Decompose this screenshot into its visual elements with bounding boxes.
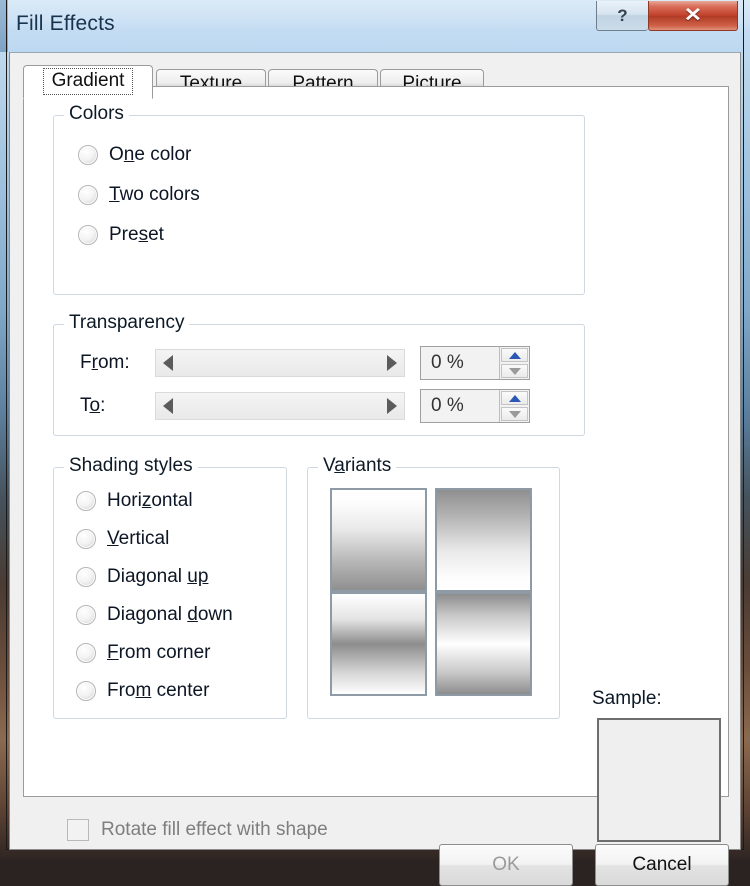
spinner-up-icon[interactable] — [501, 348, 528, 362]
fill-effects-window: Fill Effects ? ✕ Colors One color Two co… — [0, 0, 750, 886]
radio-from-corner[interactable]: From corner — [76, 642, 210, 664]
radio-label: From corner — [107, 642, 211, 663]
spinner-buttons — [499, 390, 529, 422]
radio-from-center[interactable]: From center — [76, 680, 209, 702]
arrow-left-icon[interactable] — [163, 398, 173, 414]
radio-label: From center — [107, 680, 210, 701]
spinner-up-icon[interactable] — [501, 391, 528, 405]
radio-preset[interactable]: Preset — [78, 224, 164, 246]
radio-label: One color — [109, 144, 192, 165]
radio-horizontal[interactable]: Horizontal — [76, 490, 193, 512]
radio-label: Horizontal — [107, 490, 193, 511]
variant-preview — [437, 594, 530, 694]
radio-icon — [76, 643, 96, 663]
variant-bottom-left[interactable] — [330, 592, 427, 696]
spinner-down-icon[interactable] — [501, 407, 528, 421]
ok-button-label: OK — [492, 854, 520, 875]
radio-icon — [76, 681, 96, 701]
rotate-fill-effect-checkbox[interactable]: Rotate fill effect with shape — [67, 819, 328, 841]
radio-icon — [78, 145, 98, 165]
arrow-right-icon[interactable] — [387, 398, 397, 414]
radio-two-colors[interactable]: Two colors — [78, 184, 200, 206]
variant-preview — [332, 594, 425, 694]
ok-button[interactable]: OK — [439, 844, 573, 886]
variant-top-right[interactable] — [435, 488, 532, 592]
radio-icon — [76, 529, 96, 549]
sample-label: Sample: — [592, 688, 662, 709]
transparency-from-row: From: 0 % — [80, 346, 530, 380]
checkbox-icon[interactable] — [67, 819, 89, 841]
shading-styles-group: Shading styles Horizontal Vertical Diago… — [53, 455, 287, 719]
radio-icon — [76, 605, 96, 625]
radio-icon — [78, 185, 98, 205]
variants-group-title: Variants — [318, 455, 397, 477]
radio-one-color[interactable]: One color — [78, 144, 191, 166]
radio-diagonal-down[interactable]: Diagonal down — [76, 604, 233, 626]
radio-label: Preset — [109, 224, 164, 245]
spinner-down-icon[interactable] — [501, 364, 528, 378]
cancel-button[interactable]: Cancel — [595, 844, 729, 886]
transparency-from-value[interactable]: 0 % — [421, 347, 499, 379]
radio-diagonal-up[interactable]: Diagonal up — [76, 566, 208, 588]
sample-preview-box — [597, 718, 721, 842]
radio-label: Two colors — [109, 184, 200, 205]
variant-preview — [437, 490, 530, 590]
arrow-right-icon[interactable] — [387, 355, 397, 371]
radio-label: Diagonal down — [107, 604, 233, 625]
transparency-to-slider[interactable] — [155, 392, 405, 420]
colors-group: Colors One color Two colors Preset — [53, 103, 585, 295]
cancel-button-label: Cancel — [632, 854, 692, 875]
shading-styles-group-title: Shading styles — [64, 455, 198, 477]
colors-group-title: Colors — [64, 103, 129, 125]
dialog-body: Colors One color Two colors Preset Trans… — [9, 52, 741, 886]
tab-label: Gradient — [42, 67, 134, 95]
variant-top-left[interactable] — [330, 488, 427, 592]
tab-gradient[interactable]: Gradient — [23, 65, 153, 99]
transparency-group: Transparency From: 0 % To: 0 % — [53, 312, 585, 436]
transparency-from-label: From: — [80, 352, 130, 373]
transparency-to-value[interactable]: 0 % — [421, 390, 499, 422]
rotate-fill-effect-label: Rotate fill effect with shape — [101, 819, 328, 840]
radio-icon — [76, 491, 96, 511]
radio-icon — [76, 567, 96, 587]
radio-label: Diagonal up — [107, 566, 209, 587]
transparency-to-row: To: 0 % — [80, 389, 530, 423]
arrow-left-icon[interactable] — [163, 355, 173, 371]
transparency-from-spinner[interactable]: 0 % — [420, 346, 530, 380]
tab-panel-gradient: Colors One color Two colors Preset Trans… — [23, 86, 729, 842]
radio-vertical[interactable]: Vertical — [76, 528, 169, 550]
radio-icon — [78, 225, 98, 245]
transparency-to-spinner[interactable]: 0 % — [420, 389, 530, 423]
spinner-buttons — [499, 347, 529, 379]
variant-bottom-right[interactable] — [435, 592, 532, 696]
variants-group: Variants — [307, 455, 560, 719]
radio-label: Vertical — [107, 528, 170, 549]
transparency-to-label: To: — [80, 395, 106, 416]
transparency-from-slider[interactable] — [155, 349, 405, 377]
variant-preview — [332, 490, 425, 590]
transparency-group-title: Transparency — [64, 312, 190, 334]
